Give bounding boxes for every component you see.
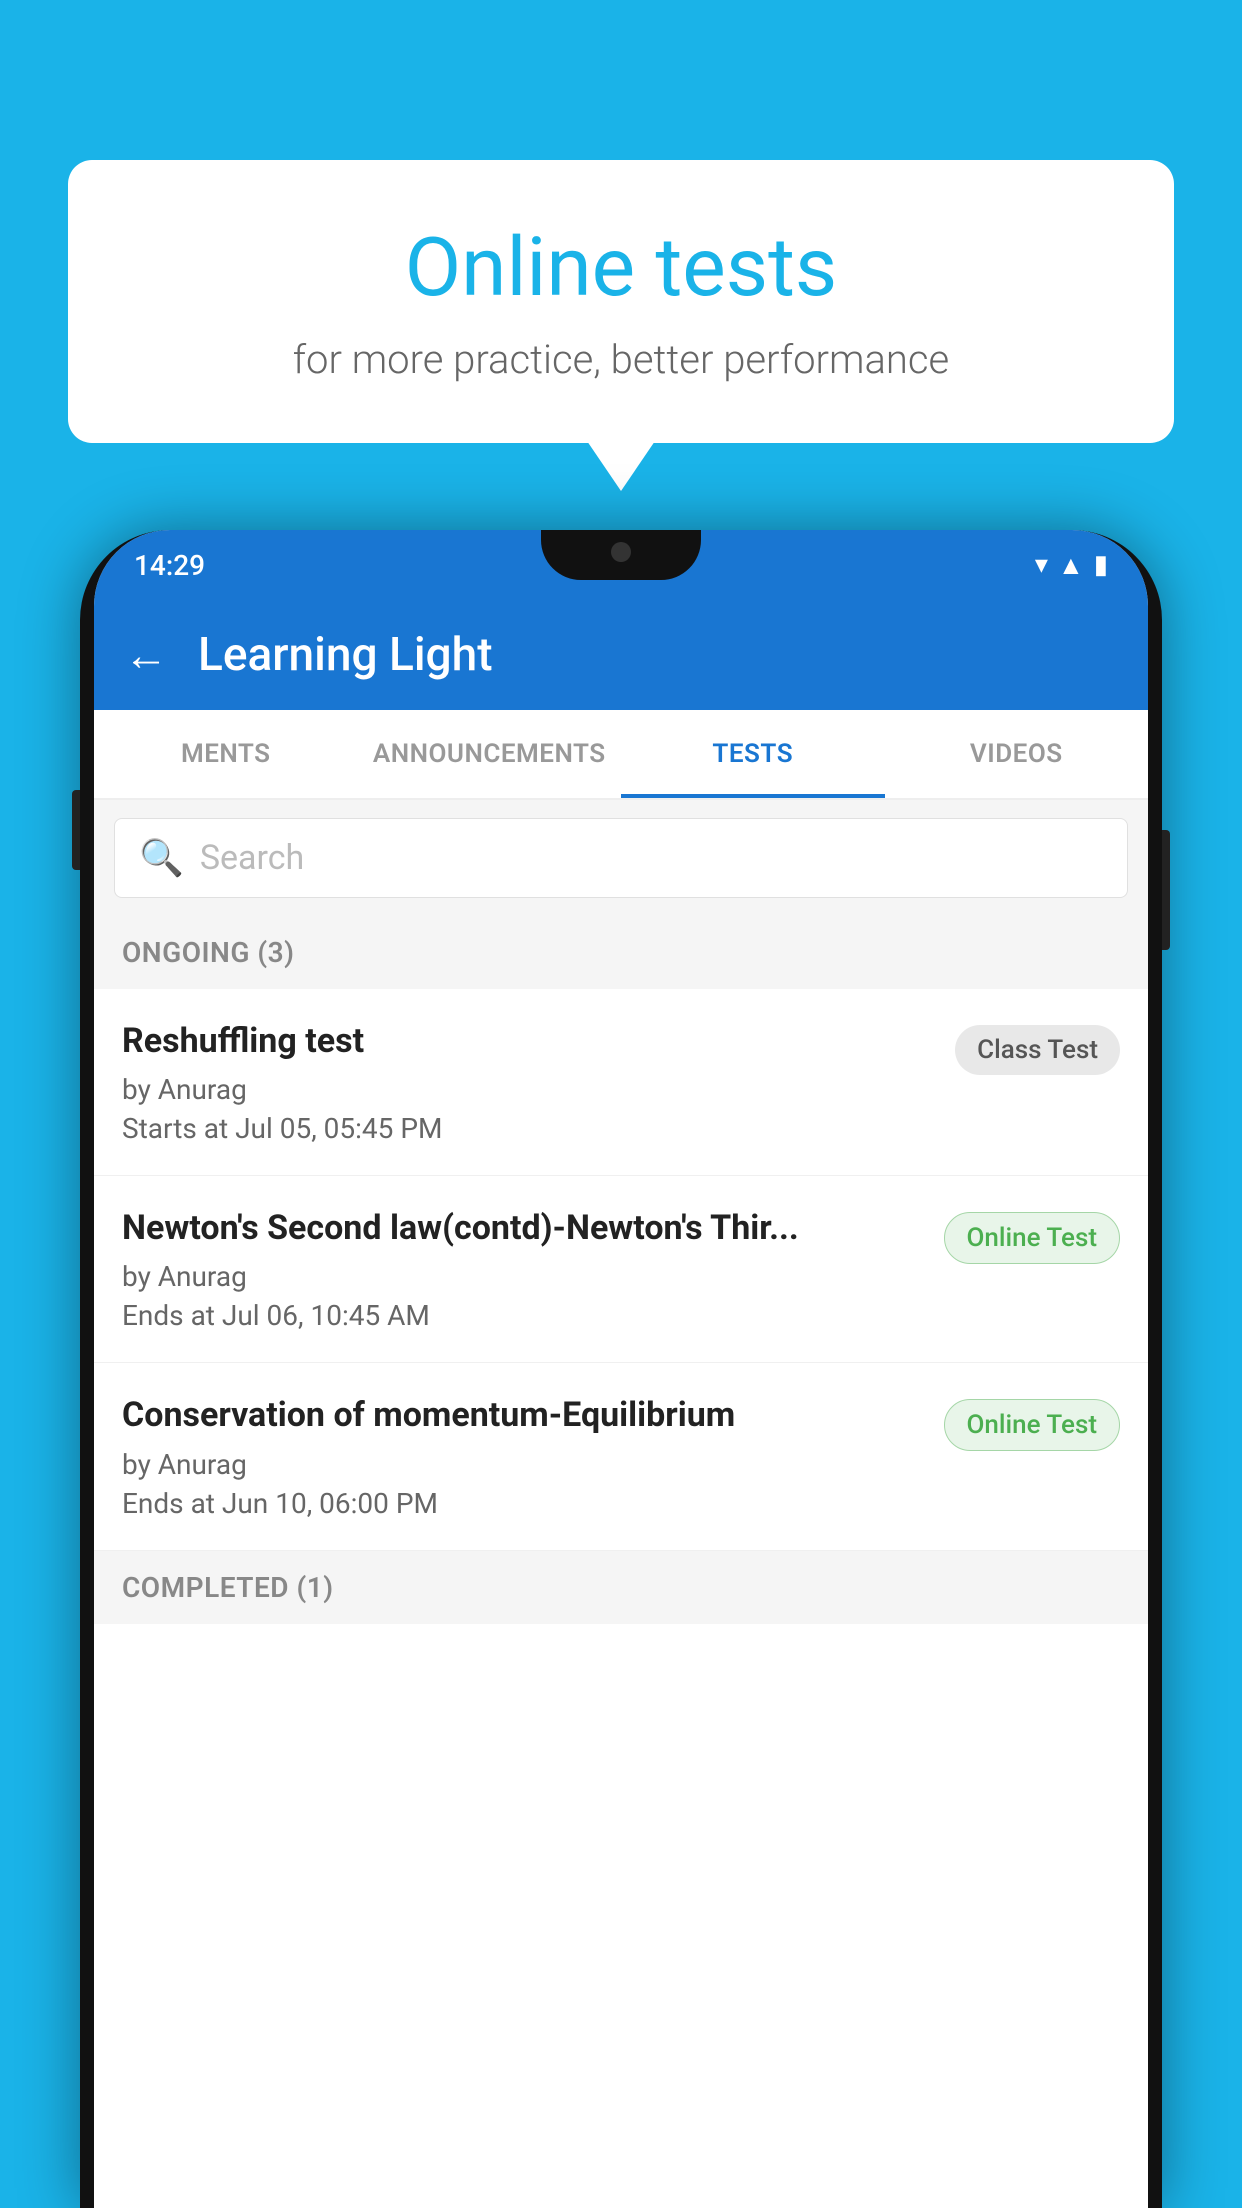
test-badge-1: Class Test [955,1025,1120,1075]
camera-notch [611,542,631,562]
ongoing-section-header: ONGOING (3) [94,916,1148,989]
status-time: 14:29 [134,549,205,582]
search-container: 🔍 Search [94,800,1148,916]
search-box[interactable]: 🔍 Search [114,818,1128,898]
test-info-3: Conservation of momentum-Equilibrium by … [122,1393,924,1519]
tabs-bar: MENTS ANNOUNCEMENTS TESTS VIDEOS [94,710,1148,800]
test-badge-2: Online Test [944,1212,1121,1264]
test-list: Reshuffling test by Anurag Starts at Jul… [94,989,1148,1551]
phone-side-button-right [1162,830,1170,950]
test-name-1: Reshuffling test [122,1019,935,1063]
app-title: Learning Light [198,628,493,682]
status-bar: 14:29 ▾ ▲ ▮ [94,530,1148,600]
tab-ments[interactable]: MENTS [94,710,358,798]
speech-bubble: Online tests for more practice, better p… [68,160,1174,443]
test-item-2[interactable]: Newton's Second law(contd)-Newton's Thir… [94,1176,1148,1363]
wifi-icon: ▾ [1035,550,1048,580]
tab-announcements[interactable]: ANNOUNCEMENTS [358,710,622,798]
search-icon: 🔍 [139,837,184,879]
test-badge-3: Online Test [944,1399,1121,1451]
phone-screen: 14:29 ▾ ▲ ▮ ← Learning Light MENTS ANNOU… [94,530,1148,2208]
test-name-2: Newton's Second law(contd)-Newton's Thir… [122,1206,924,1250]
test-name-3: Conservation of momentum-Equilibrium [122,1393,924,1437]
bubble-title: Online tests [118,220,1124,316]
phone-device: 14:29 ▾ ▲ ▮ ← Learning Light MENTS ANNOU… [80,530,1162,2208]
search-placeholder: Search [200,838,304,878]
test-item-3[interactable]: Conservation of momentum-Equilibrium by … [94,1363,1148,1550]
test-item-1[interactable]: Reshuffling test by Anurag Starts at Jul… [94,989,1148,1176]
tab-tests[interactable]: TESTS [621,710,885,798]
test-time-3: Ends at Jun 10, 06:00 PM [122,1487,924,1520]
battery-icon: ▮ [1094,550,1108,580]
test-author-1: by Anurag [122,1073,935,1106]
test-author-3: by Anurag [122,1448,924,1481]
bubble-subtitle: for more practice, better performance [118,336,1124,383]
app-bar: ← Learning Light [94,600,1148,710]
signal-icon: ▲ [1058,550,1084,581]
test-info-2: Newton's Second law(contd)-Newton's Thir… [122,1206,924,1332]
status-icons: ▾ ▲ ▮ [1035,550,1108,581]
tab-videos[interactable]: VIDEOS [885,710,1149,798]
completed-section-header: COMPLETED (1) [94,1551,1148,1624]
test-info-1: Reshuffling test by Anurag Starts at Jul… [122,1019,935,1145]
back-button[interactable]: ← [124,633,168,677]
phone-notch [541,530,701,580]
test-author-2: by Anurag [122,1260,924,1293]
phone-side-button-left [72,790,80,870]
test-time-2: Ends at Jul 06, 10:45 AM [122,1299,924,1332]
test-time-1: Starts at Jul 05, 05:45 PM [122,1112,935,1145]
